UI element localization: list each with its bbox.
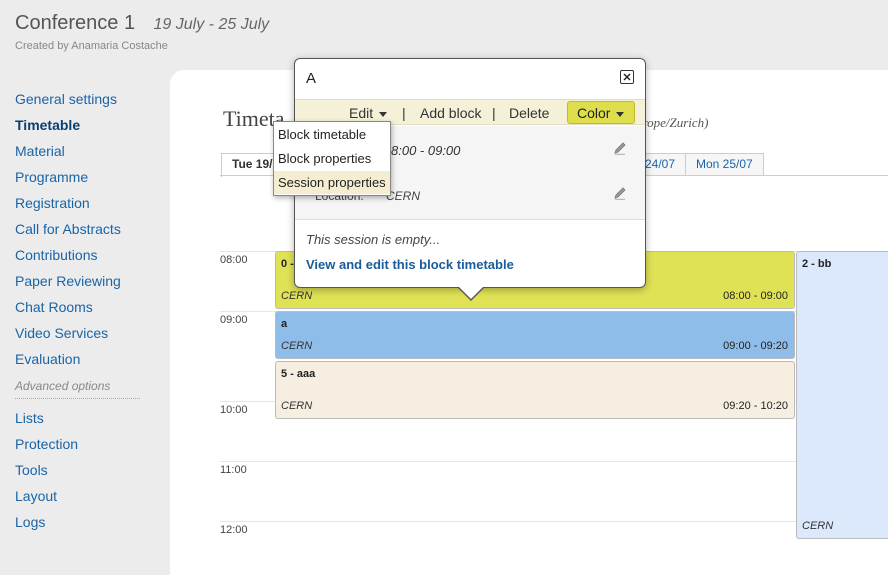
pencil-icon[interactable]	[613, 141, 627, 155]
tab-day-mon-25[interactable]: Mon 25/07	[685, 153, 764, 175]
location-value: CERN	[386, 189, 421, 203]
block-location: CERN	[281, 290, 313, 302]
block-location: CERN	[802, 520, 834, 532]
view-block-timetable-link[interactable]: View and edit this block timetable	[306, 257, 514, 272]
close-icon	[623, 73, 631, 81]
popup-title: A	[306, 70, 317, 87]
pencil-icon[interactable]	[613, 186, 627, 200]
hour-line	[220, 461, 888, 462]
block-location: CERN	[281, 340, 313, 352]
block-title: 0 -	[281, 258, 294, 270]
timetable-block[interactable]: 5 - aaa CERN 09:20 - 10:20	[275, 361, 795, 419]
sidebar-item-protection[interactable]: Protection	[15, 435, 145, 461]
chevron-down-icon	[616, 111, 625, 117]
sidebar-item-logs[interactable]: Logs	[15, 513, 145, 539]
edit-dropdown-menu: Block timetable Block properties Session…	[273, 121, 391, 196]
edit-menu-button[interactable]: Edit	[349, 105, 388, 121]
sidebar-item-paper-reviewing[interactable]: Paper Reviewing	[15, 272, 145, 298]
created-by: Created by Anamaria Costache	[15, 40, 168, 52]
color-button[interactable]: Color	[567, 101, 635, 124]
hour-line	[220, 521, 888, 522]
menu-item-session-properties[interactable]: Session properties	[274, 171, 390, 194]
sidebar-item-chat-rooms[interactable]: Chat Rooms	[15, 298, 145, 324]
sidebar-item-general-settings[interactable]: General settings	[15, 90, 145, 116]
timezone-label: urope/Zurich)	[636, 115, 709, 130]
sidebar-item-programme[interactable]: Programme	[15, 168, 145, 194]
hour-label: 10:00	[220, 404, 248, 416]
sidebar-item-evaluation[interactable]: Evaluation	[15, 350, 145, 376]
sidebar-item-call-for-abstracts[interactable]: Call for Abstracts	[15, 220, 145, 246]
hour-label: 11:00	[220, 464, 247, 476]
block-title: 5 - aaa	[281, 368, 316, 380]
menu-item-block-timetable[interactable]: Block timetable	[274, 123, 390, 146]
delete-button[interactable]: Delete	[509, 105, 549, 121]
color-label: Color	[577, 105, 611, 121]
conference-dates: 19 July - 25 July	[153, 16, 270, 33]
block-time: 09:00 - 09:20	[723, 340, 788, 352]
conference-title: Conference 1	[15, 12, 136, 34]
toolbar-separator: |	[402, 105, 406, 121]
block-location: CERN	[281, 400, 313, 412]
sidebar-item-lists[interactable]: Lists	[15, 409, 145, 435]
sidebar: General settings Timetable Material Prog…	[15, 90, 145, 539]
hour-label: 08:00	[220, 254, 248, 266]
advanced-options-divider	[15, 398, 140, 399]
edit-label: Edit	[349, 105, 374, 121]
tab-day-24-07[interactable]: 24/07	[640, 153, 687, 175]
advanced-options-label: Advanced options	[15, 379, 111, 393]
sidebar-item-layout[interactable]: Layout	[15, 487, 145, 513]
session-time: 8:00 - 09:00	[391, 143, 461, 158]
popup-pointer-fill	[459, 287, 483, 299]
sidebar-item-material[interactable]: Material	[15, 142, 145, 168]
block-title: a	[281, 318, 288, 330]
hour-label: 09:00	[220, 314, 248, 326]
hour-label: 12:00	[220, 524, 248, 536]
sidebar-item-video-services[interactable]: Video Services	[15, 324, 145, 350]
conference-header: Conference 1 19 July - 25 July	[15, 12, 269, 35]
block-time: 08:00 - 09:00	[723, 290, 788, 302]
timetable-block[interactable]: a CERN 09:00 - 09:20	[275, 311, 795, 359]
block-title: 2 - bb	[802, 258, 832, 270]
empty-session-text: This session is empty...	[306, 232, 441, 247]
close-button[interactable]	[620, 70, 634, 84]
sidebar-item-timetable[interactable]: Timetable	[15, 116, 145, 142]
menu-item-block-properties[interactable]: Block properties	[274, 147, 390, 170]
sidebar-item-registration[interactable]: Registration	[15, 194, 145, 220]
toolbar-separator: |	[492, 105, 496, 121]
chevron-down-icon	[379, 111, 388, 117]
add-block-button[interactable]: Add block	[420, 105, 481, 121]
timetable-block[interactable]: 2 - bb CERN	[796, 251, 888, 539]
sidebar-item-tools[interactable]: Tools	[15, 461, 145, 487]
sidebar-item-contributions[interactable]: Contributions	[15, 246, 145, 272]
block-time: 09:20 - 10:20	[723, 400, 788, 412]
